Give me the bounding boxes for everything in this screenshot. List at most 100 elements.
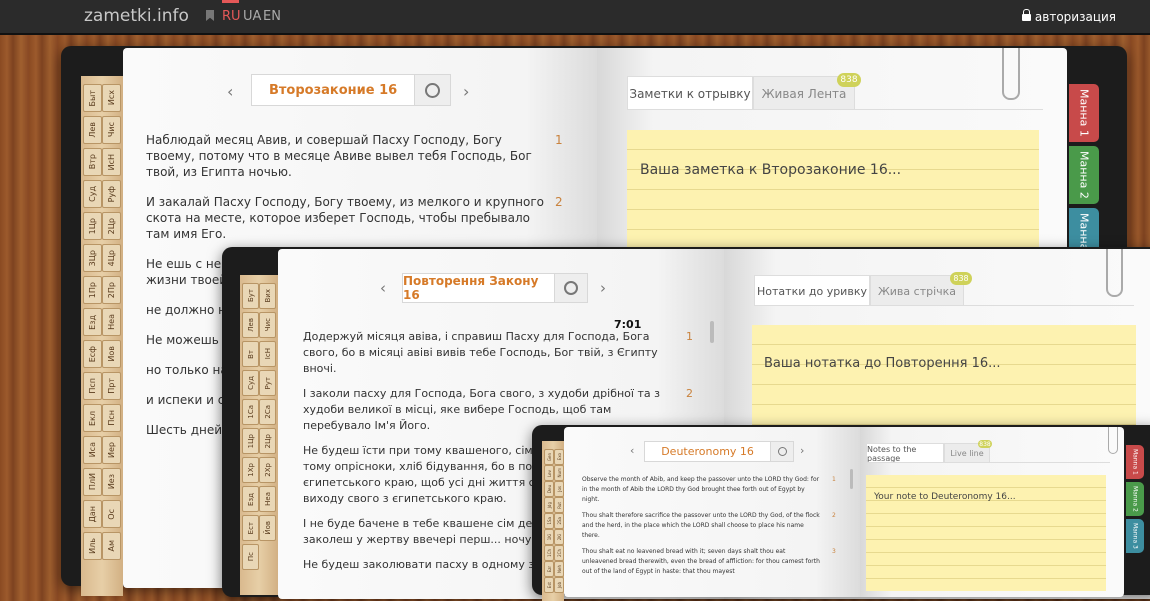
book-abbr-tab[interactable]: Псп bbox=[83, 372, 102, 400]
auth-link[interactable]: авторизация bbox=[1021, 9, 1116, 24]
tab-notes[interactable]: Заметки к отрывку bbox=[627, 76, 753, 110]
book-abbr-tab[interactable]: ИсН bbox=[102, 148, 121, 176]
book-abbr-tab[interactable]: Бут bbox=[242, 283, 259, 309]
manna-1-tab[interactable]: Манна 1 bbox=[1069, 84, 1099, 142]
book-abbr-tab[interactable]: 1Sa bbox=[544, 513, 554, 529]
book-abbr-tab[interactable]: Быт bbox=[83, 84, 102, 112]
book-abbr-tab[interactable]: Вт bbox=[242, 341, 259, 367]
tab-notes[interactable]: Нотатки до уривку bbox=[754, 275, 870, 306]
prev-chapter-icon[interactable]: ‹ bbox=[630, 444, 634, 457]
lang-ru[interactable]: RU bbox=[222, 9, 241, 24]
book-abbr-tab[interactable]: Ос bbox=[102, 500, 121, 528]
book-abbr-tab[interactable]: Ам bbox=[102, 532, 121, 560]
book-abbr-tab[interactable]: Пс bbox=[242, 544, 259, 570]
note-editor[interactable]: Ваша заметка к Второзаконие 16... bbox=[627, 130, 1039, 260]
book-abbr-tab[interactable]: 2Ch bbox=[554, 545, 564, 561]
passage-search[interactable]: Повторення Закону 16 bbox=[402, 273, 588, 303]
book-abbr-tab[interactable]: 2Цр bbox=[102, 212, 121, 240]
book-abbr-tab[interactable]: ІсН bbox=[259, 341, 276, 367]
tab-notes[interactable]: Notes to the passage bbox=[866, 443, 944, 463]
book-abbr-tab[interactable]: Gen bbox=[544, 449, 554, 465]
search-button[interactable] bbox=[554, 274, 587, 302]
prev-chapter-icon[interactable]: ‹ bbox=[380, 279, 386, 297]
book-abbr-tab[interactable]: Екл bbox=[83, 404, 102, 432]
book-abbr-tab[interactable]: Иль bbox=[83, 532, 102, 560]
prev-chapter-icon[interactable]: ‹ bbox=[227, 82, 233, 101]
book-abbr-tab[interactable]: Иса bbox=[83, 436, 102, 464]
passage-search[interactable]: Второзаконие 16 bbox=[251, 74, 451, 106]
book-abbr-tab[interactable]: Чис bbox=[102, 116, 121, 144]
verse-text[interactable]: Thou shalt therefore sacrifice the passo… bbox=[582, 511, 822, 541]
book-abbr-tab[interactable]: Exo bbox=[554, 449, 564, 465]
scrollbar[interactable] bbox=[850, 469, 853, 489]
book-abbr-tab[interactable]: 1Пр bbox=[83, 276, 102, 304]
lang-en[interactable]: EN bbox=[263, 9, 281, 24]
book-abbr-tab[interactable]: 2Sa bbox=[554, 513, 564, 529]
book-abbr-tab[interactable]: 2Цр bbox=[259, 428, 276, 454]
book-abbr-tab[interactable]: Num bbox=[554, 465, 564, 481]
book-abbr-tab[interactable]: Чис bbox=[259, 312, 276, 338]
passage-search[interactable]: Deuteronomy 16 bbox=[644, 441, 794, 462]
book-abbr-tab[interactable]: Jdg bbox=[544, 497, 554, 513]
book-abbr-tab[interactable]: Вих bbox=[259, 283, 276, 309]
passage-ref-input[interactable]: Deuteronomy 16 bbox=[645, 442, 770, 461]
book-abbr-tab[interactable]: Прт bbox=[102, 372, 121, 400]
manna-2-tab[interactable]: Манна 2 bbox=[1069, 146, 1099, 204]
book-abbr-tab[interactable]: Руф bbox=[102, 180, 121, 208]
verse-text[interactable]: И закалай Пасху Господу, Богу твоему, из… bbox=[146, 194, 551, 242]
book-abbr-tab[interactable]: Втр bbox=[83, 148, 102, 176]
manna-1-tab[interactable]: Manna 1 bbox=[1126, 445, 1144, 479]
book-abbr-tab[interactable]: Суд bbox=[242, 370, 259, 396]
next-chapter-icon[interactable]: › bbox=[600, 279, 606, 297]
book-abbr-tab[interactable]: 1Цр bbox=[83, 212, 102, 240]
book-abbr-tab[interactable]: Езд bbox=[242, 486, 259, 512]
book-abbr-tab[interactable]: Neh bbox=[554, 561, 564, 577]
manna-2-tab[interactable]: Manna 2 bbox=[1126, 482, 1144, 516]
book-abbr-tab[interactable]: ПлИ bbox=[83, 468, 102, 496]
book-abbr-tab[interactable]: Ezr bbox=[544, 561, 554, 577]
book-abbr-tab[interactable]: 2Хр bbox=[259, 457, 276, 483]
book-abbr-tab[interactable]: 1Цр bbox=[242, 428, 259, 454]
site-logo[interactable]: zametki.info bbox=[84, 6, 189, 26]
book-abbr-tab[interactable]: Суд bbox=[83, 180, 102, 208]
note-editor[interactable]: Ваша нотатка до Повторення 16... bbox=[752, 325, 1136, 425]
book-abbr-tab[interactable]: Ест bbox=[242, 515, 259, 541]
book-abbr-tab[interactable]: Lev bbox=[544, 465, 554, 481]
book-abbr-tab[interactable]: Исх bbox=[102, 84, 121, 112]
book-abbr-tab[interactable]: Rut bbox=[554, 497, 564, 513]
next-chapter-icon[interactable]: › bbox=[463, 82, 469, 101]
book-abbr-tab[interactable]: Неа bbox=[102, 308, 121, 336]
bookmark-icon[interactable] bbox=[206, 10, 214, 21]
book-abbr-tab[interactable]: 1Са bbox=[242, 399, 259, 425]
book-abbr-tab[interactable]: 1Ki bbox=[544, 529, 554, 545]
verse-text[interactable]: Thou shalt eat no leavened bread with it… bbox=[582, 547, 822, 577]
book-abbr-tab[interactable]: Дан bbox=[83, 500, 102, 528]
book-abbr-tab[interactable]: Лев bbox=[242, 312, 259, 338]
book-abbr-tab[interactable]: Est bbox=[544, 577, 554, 593]
book-abbr-tab[interactable]: Job bbox=[554, 577, 564, 593]
book-abbr-tab[interactable]: Лев bbox=[83, 116, 102, 144]
book-abbr-tab[interactable]: Йов bbox=[259, 515, 276, 541]
verse-text[interactable]: Додержуй місяця авіва, і справиш Пасху д… bbox=[303, 329, 675, 377]
book-abbr-tab[interactable]: Jos bbox=[554, 481, 564, 497]
verse-text[interactable]: Observe the month of Abib, and keep the … bbox=[582, 475, 822, 505]
manna-3-tab[interactable]: Manna 3 bbox=[1126, 519, 1144, 553]
book-abbr-tab[interactable]: 2Ki bbox=[554, 529, 564, 545]
scrollbar[interactable] bbox=[710, 321, 714, 343]
book-abbr-tab[interactable]: Рут bbox=[259, 370, 276, 396]
book-abbr-tab[interactable]: 3Цр bbox=[83, 244, 102, 272]
book-abbr-tab[interactable]: Неа bbox=[259, 486, 276, 512]
book-abbr-tab[interactable]: Иов bbox=[102, 340, 121, 368]
search-button[interactable] bbox=[770, 442, 793, 461]
lang-ua[interactable]: UA bbox=[243, 9, 261, 24]
book-abbr-tab[interactable]: Иез bbox=[102, 468, 121, 496]
book-abbr-tab[interactable]: Псн bbox=[102, 404, 121, 432]
book-abbr-tab[interactable]: 1Ch bbox=[544, 545, 554, 561]
note-editor[interactable]: Your note to Deuteronomy 16... bbox=[866, 475, 1106, 591]
next-chapter-icon[interactable]: › bbox=[800, 444, 804, 457]
search-button[interactable] bbox=[414, 75, 450, 105]
book-abbr-tab[interactable]: 1Хр bbox=[242, 457, 259, 483]
book-abbr-tab[interactable]: Deu bbox=[544, 481, 554, 497]
book-abbr-tab[interactable]: Иер bbox=[102, 436, 121, 464]
book-abbr-tab[interactable]: 2Са bbox=[259, 399, 276, 425]
